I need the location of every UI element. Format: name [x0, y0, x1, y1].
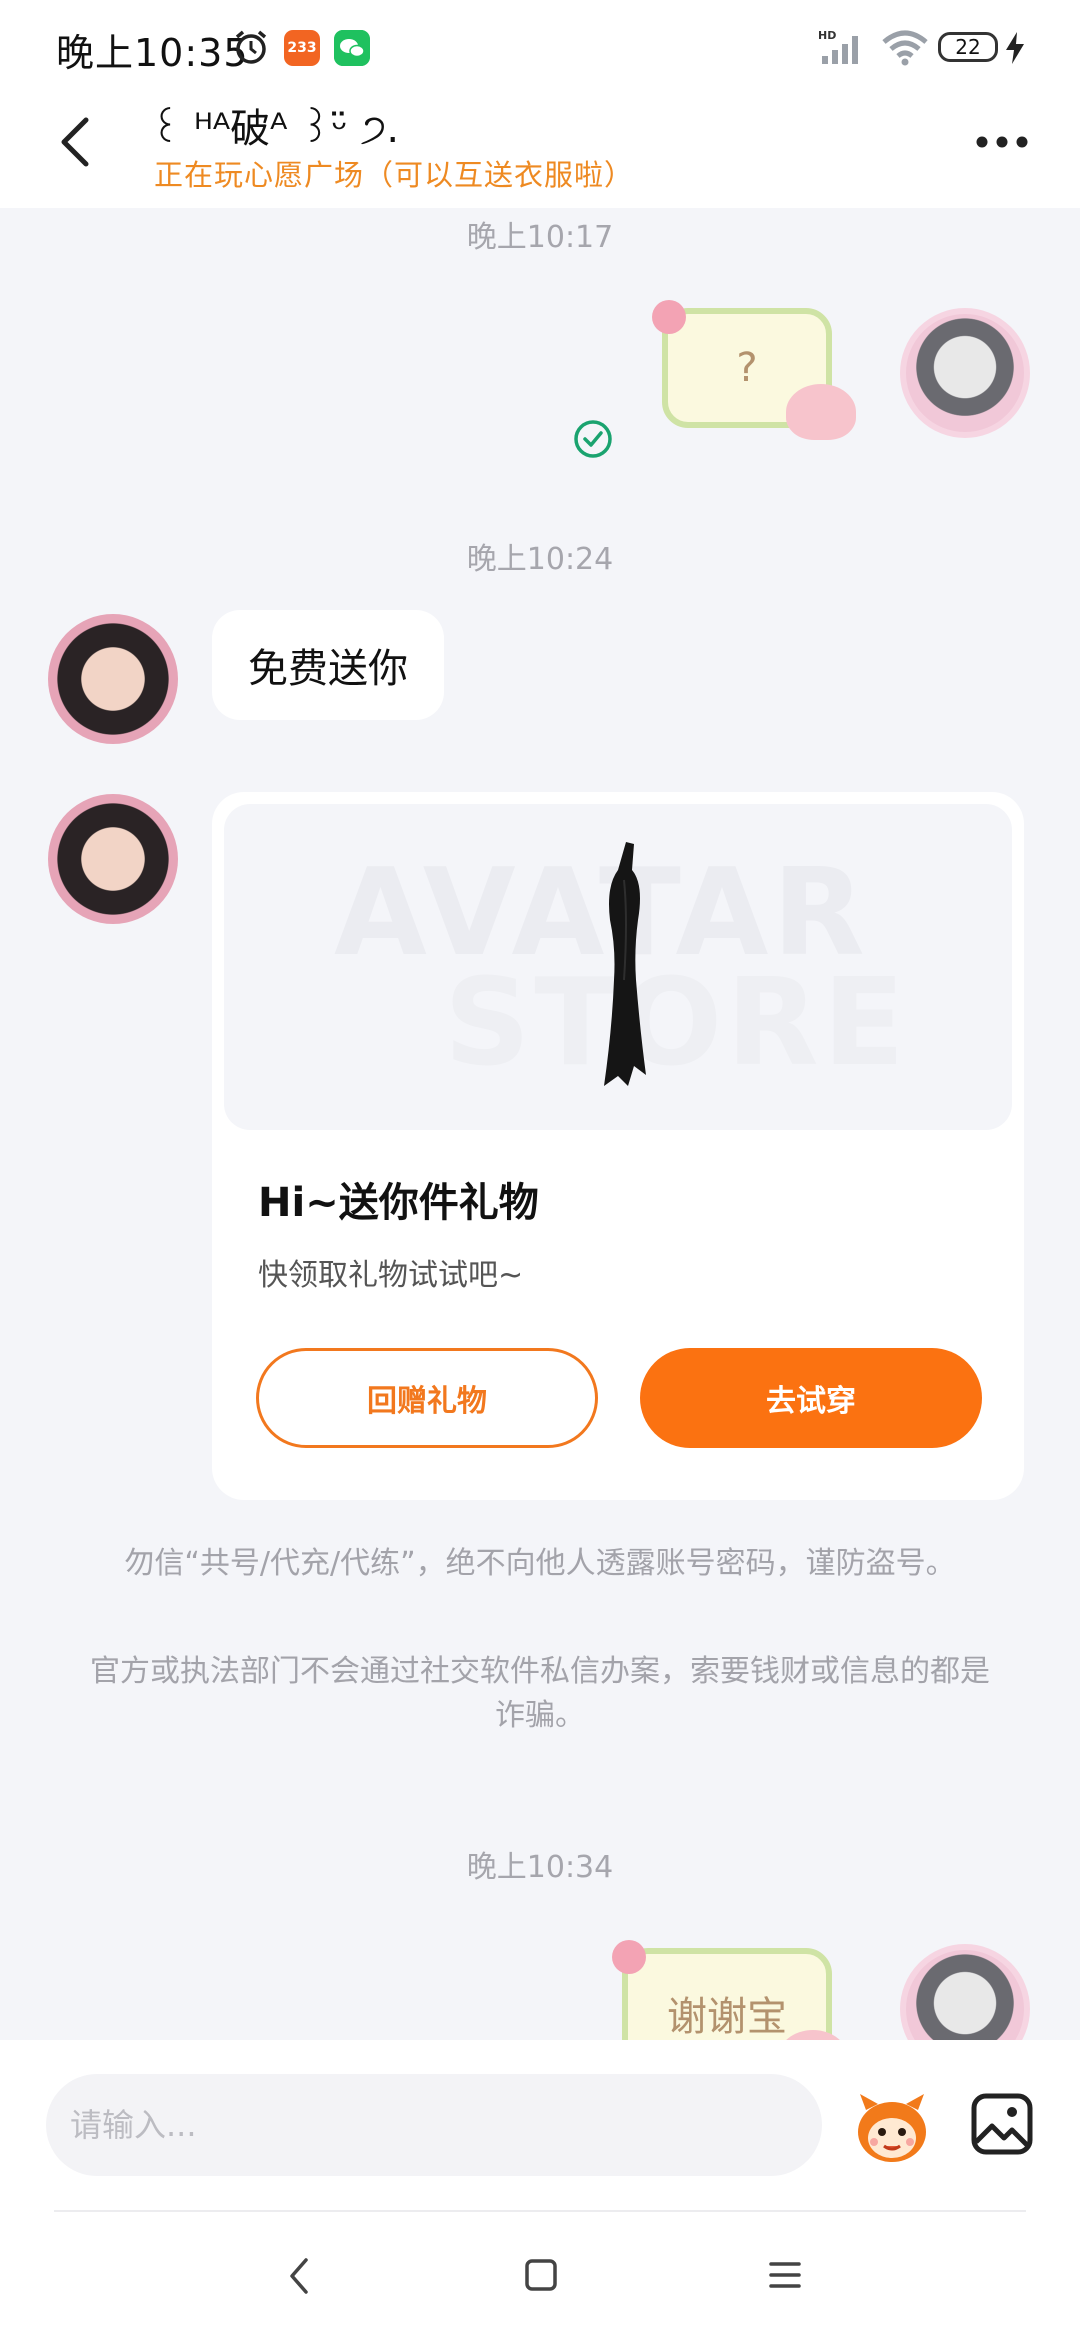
timestamp: 晚上10:34	[466, 1850, 614, 1885]
gift-preview-image[interactable]: AVATAR STORE	[224, 804, 1012, 1130]
contact-avatar[interactable]	[48, 614, 178, 744]
chat-header: ꒰ ᴴᴬ破ᴬ ꒱ᵕ̈ ੭. 正在玩心愿广场（可以互送衣服啦）	[0, 92, 1080, 208]
charging-icon	[1006, 32, 1024, 64]
contact-avatar[interactable]	[48, 794, 178, 924]
contact-status[interactable]: 正在玩心愿广场（可以互送衣服啦）	[154, 152, 634, 194]
sticker-teapot	[786, 384, 856, 440]
gift-card[interactable]: AVATAR STORE Hi~送你件礼物 快领取礼物试试吧~ 回赠礼物 去试穿	[212, 792, 1024, 1500]
security-notice: 勿信“共号/代充/代练”，绝不向他人透露账号密码，谨防盗号。	[124, 1546, 956, 1581]
wifi-icon	[882, 30, 928, 66]
status-bar: 晚上10:35 233 HD 22	[0, 0, 1080, 92]
sticker-message[interactable]: ?	[652, 300, 856, 440]
gift-title: Hi~送你件礼物	[258, 1180, 539, 1226]
nav-back-icon[interactable]	[284, 2254, 314, 2298]
text-message[interactable]: 免费送你	[212, 610, 444, 720]
return-gift-button[interactable]: 回赠礼物	[256, 1348, 598, 1448]
timestamp: 晚上10:24	[466, 542, 614, 577]
image-icon[interactable]	[970, 2092, 1034, 2156]
svg-text:HD: HD	[818, 29, 836, 42]
wechat-icon	[334, 30, 370, 66]
sticker-flower	[652, 300, 686, 334]
message-input[interactable]	[46, 2074, 822, 2176]
my-avatar[interactable]	[900, 308, 1030, 438]
sticker-teapot	[778, 2030, 848, 2040]
sticker-text: ?	[736, 345, 758, 391]
emoji-mascot-icon[interactable]	[852, 2092, 932, 2166]
alarm-icon	[235, 30, 267, 64]
signal-icon: HD	[818, 29, 858, 64]
app-233-icon: 233	[284, 30, 320, 66]
system-nav-bar	[0, 2212, 1080, 2340]
nav-menu-icon[interactable]	[768, 2260, 802, 2290]
fraud-notice: 官方或执法部门不会通过社交软件私信办案，索要钱财或信息的都是诈骗。	[90, 1654, 990, 1733]
contact-name[interactable]: ꒰ ᴴᴬ破ᴬ ꒱ᵕ̈ ੭.	[150, 96, 399, 154]
status-time: 晚上10:35	[56, 31, 249, 75]
input-bar	[0, 2040, 1080, 2212]
chat-messages[interactable]: 晚上10:17 ? 晚上10:24 免费送你 AVATAR STORE Hi~送…	[0, 208, 1080, 2040]
try-on-button[interactable]: 去试穿	[640, 1348, 982, 1448]
more-icon[interactable]	[974, 130, 1030, 154]
check-circle-icon	[574, 420, 612, 458]
sticker-message[interactable]: 谢谢宝	[612, 1940, 848, 2040]
watermark-store: STORE	[444, 954, 909, 1093]
timestamp: 晚上10:17	[466, 220, 614, 255]
sticker-flower	[612, 1940, 646, 1974]
back-arrow-icon[interactable]	[52, 112, 102, 172]
dress-icon	[604, 842, 646, 1086]
gift-subtitle: 快领取礼物试试吧~	[258, 1258, 524, 1293]
nav-home-icon[interactable]	[524, 2258, 558, 2292]
battery-icon: 22	[938, 32, 998, 62]
sticker-text: 谢谢宝	[667, 1994, 787, 2040]
my-avatar[interactable]	[900, 1944, 1030, 2040]
